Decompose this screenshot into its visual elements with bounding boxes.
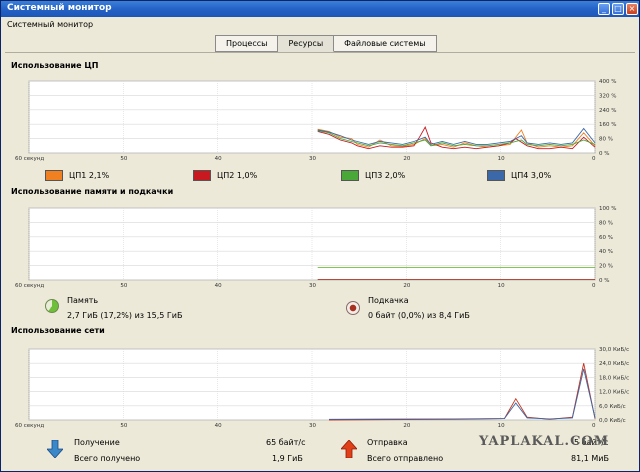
cpu3-legend[interactable]: ЦП3 2,0% [341, 169, 405, 181]
network-x-tick: 10 [498, 423, 505, 429]
network-x-tick: 60 секунд [15, 423, 44, 429]
memory-y-tick: 40 % [599, 249, 613, 255]
network-x-tick: 40 [215, 423, 222, 429]
memory-y-tick: 80 % [599, 220, 613, 226]
cpu-x-tick: 40 [215, 156, 222, 162]
cpu-y-tick: 240 % [599, 108, 616, 114]
cpu2-label: ЦП2 [217, 170, 235, 180]
network-x-tick: 20 [403, 423, 410, 429]
cpu1-swatch[interactable] [45, 169, 63, 181]
cpu-x-tick: 20 [403, 156, 410, 162]
total-sent-value: 81,1 МиБ [571, 454, 609, 463]
swap-label: Подкачка [368, 296, 409, 305]
swap-pie-icon[interactable] [346, 301, 360, 315]
graphs-canvas: 400 %320 %240 %160 %80 %0 %60 секунд 50 40… [15, 79, 629, 429]
cpu2-value: 1,0% [236, 170, 258, 180]
cpu-x-tick: 50 [120, 156, 127, 162]
cpu1-value: 2,1% [88, 170, 110, 180]
cpu-y-tick: 400 % [599, 79, 616, 85]
memory-y-tick: 100 % [599, 206, 616, 212]
network-y-tick: 24,0 КиБ/с [599, 361, 629, 367]
network-x-tick: 30 [309, 423, 316, 429]
memory-y-tick: 20 % [599, 264, 613, 270]
receive-rate: 65 байт/с [266, 438, 306, 447]
cpu2-legend[interactable]: ЦП2 1,0% [193, 169, 257, 181]
network-y-tick: 18,0 КиБ/с [599, 375, 629, 381]
memory-x-tick: 60 секунд [15, 283, 44, 289]
cpu-x-tick: 10 [498, 156, 505, 162]
receive-label: Получение [74, 438, 120, 447]
cpu4-label: ЦП4 [511, 170, 529, 180]
total-sent-label: Всего отправлено [367, 454, 444, 463]
cpu-x-tick: 60 секунд [15, 156, 44, 162]
cpu2-swatch[interactable] [193, 169, 211, 181]
watermark: YAPLAKAL.COM [479, 434, 610, 449]
total-received-value: 1,9 ГиБ [272, 454, 303, 463]
total-received-label: Всего получено [74, 454, 141, 463]
cpu1-legend[interactable]: ЦП1 2,1% [45, 169, 109, 181]
memory-y-tick: 0 % [599, 278, 609, 284]
cpu-x-tick: 30 [309, 156, 316, 162]
cpu-y-tick: 320 % [599, 93, 616, 99]
cpu3-value: 2,0% [384, 170, 406, 180]
cpu3-label: ЦП3 [365, 170, 383, 180]
memory-value: 2,7 ГиБ (17,2%) из 15,5 ГиБ [67, 311, 183, 320]
memory-label: Память [67, 296, 99, 305]
network-x-tick: 0 [592, 423, 596, 429]
network-y-tick: 6,0 КиБ/с [599, 404, 626, 410]
cpu-x-tick: 0 [592, 156, 596, 162]
memory-x-tick: 50 [120, 283, 127, 289]
cpu4-legend[interactable]: ЦП4 3,0% [487, 169, 551, 181]
cpu1-label: ЦП1 [69, 170, 87, 180]
memory-x-tick: 10 [498, 283, 505, 289]
network-x-tick: 50 [120, 423, 127, 429]
memory-pie-icon[interactable] [45, 299, 59, 313]
memory-x-tick: 20 [403, 283, 410, 289]
cpu-y-tick: 0 % [599, 151, 609, 157]
arrow-down-icon[interactable] [47, 440, 63, 458]
network-y-tick: 0,0 КиБ/с [599, 418, 626, 424]
swap-value: 0 байт (0,0%) из 8,4 ГиБ [368, 311, 470, 320]
cpu-y-tick: 80 % [599, 137, 613, 143]
cpu-y-tick: 160 % [599, 122, 616, 128]
cpu3-swatch[interactable] [341, 169, 359, 181]
arrow-up-icon[interactable] [341, 440, 357, 458]
cpu4-value: 3,0% [530, 170, 552, 180]
memory-x-tick: 0 [592, 283, 596, 289]
network-y-tick: 12,0 КиБ/с [599, 390, 629, 396]
memory-y-tick: 60 % [599, 235, 613, 241]
cpu4-swatch[interactable] [487, 169, 505, 181]
system-monitor-window: Системный монитор _ □ × Системный монито… [0, 0, 640, 472]
memory-x-tick: 40 [215, 283, 222, 289]
send-label: Отправка [367, 438, 408, 447]
memory-x-tick: 30 [309, 283, 316, 289]
network-y-tick: 30,0 КиБ/с [599, 347, 629, 353]
